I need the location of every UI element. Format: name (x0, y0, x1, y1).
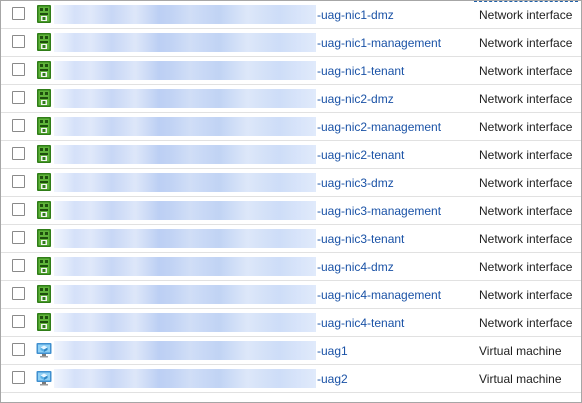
network-interface-icon (36, 201, 52, 219)
redacted-name-prefix (54, 341, 316, 360)
network-interface-icon (36, 313, 52, 331)
resource-type: Network interface (479, 316, 573, 330)
redacted-name-prefix (54, 369, 316, 388)
table-row[interactable]: -uag-nic1-management Network interface (1, 29, 581, 57)
row-checkbox[interactable] (12, 63, 25, 76)
redacted-name-prefix (54, 145, 316, 164)
resource-type: Network interface (479, 204, 573, 218)
table-row[interactable]: -uag-nic2-dmz Network interface (1, 85, 581, 113)
row-checkbox[interactable] (12, 119, 25, 132)
network-interface-icon (36, 61, 52, 79)
resource-name-link[interactable]: -uag-nic3-tenant (317, 232, 404, 246)
table-row[interactable]: -uag-nic3-management Network interface (1, 197, 581, 225)
resource-name-link[interactable]: -uag-nic1-management (317, 36, 441, 50)
row-checkbox[interactable] (12, 203, 25, 216)
resource-name-link[interactable]: -uag-nic4-management (317, 288, 441, 302)
network-interface-icon (36, 257, 52, 275)
resource-type: Network interface (479, 288, 573, 302)
resource-name-link[interactable]: -uag-nic3-dmz (317, 176, 394, 190)
table-row[interactable]: -uag2 Virtual machine (1, 365, 581, 393)
redacted-name-prefix (54, 173, 316, 192)
row-checkbox[interactable] (12, 343, 25, 356)
resource-name-link[interactable]: -uag-nic2-tenant (317, 148, 404, 162)
network-interface-icon (36, 229, 52, 247)
row-checkbox[interactable] (12, 315, 25, 328)
resource-name-link[interactable]: -uag-nic4-tenant (317, 316, 404, 330)
table-row[interactable]: -uag-nic2-tenant Network interface (1, 141, 581, 169)
resource-name-link[interactable]: -uag-nic3-management (317, 204, 441, 218)
network-interface-icon (36, 5, 52, 23)
resource-type: Network interface (479, 36, 573, 50)
virtual-machine-icon (36, 341, 52, 359)
resource-list: -uag-nic1-dmz Network interface -uag-nic1… (0, 0, 582, 403)
resource-type: Network interface (479, 120, 573, 134)
redacted-name-prefix (54, 33, 316, 52)
row-checkbox[interactable] (12, 175, 25, 188)
redacted-name-prefix (54, 201, 316, 220)
table-row[interactable]: -uag-nic4-management Network interface (1, 281, 581, 309)
table-row[interactable]: -uag-nic3-tenant Network interface (1, 225, 581, 253)
table-row[interactable]: -uag-nic1-tenant Network interface (1, 57, 581, 85)
table-row[interactable]: -uag-nic4-dmz Network interface (1, 253, 581, 281)
resource-type: Network interface (479, 260, 573, 274)
resource-name-link[interactable]: -uag-nic2-dmz (317, 92, 394, 106)
table-row[interactable]: -uag-nic1-dmz Network interface (1, 1, 581, 29)
row-checkbox[interactable] (12, 35, 25, 48)
table-row[interactable]: -uag-nic2-management Network interface (1, 113, 581, 141)
virtual-machine-icon (36, 369, 52, 387)
resource-name-link[interactable]: -uag-nic1-dmz (317, 8, 394, 22)
network-interface-icon (36, 33, 52, 51)
table-row[interactable]: -uag-nic4-tenant Network interface (1, 309, 581, 337)
redacted-name-prefix (54, 61, 316, 80)
row-checkbox[interactable] (12, 147, 25, 160)
resource-type: Virtual machine (479, 372, 562, 386)
resource-type: Network interface (479, 148, 573, 162)
network-interface-icon (36, 173, 52, 191)
redacted-name-prefix (54, 257, 316, 276)
network-interface-icon (36, 145, 52, 163)
resource-type: Network interface (479, 64, 573, 78)
resource-name-link[interactable]: -uag1 (317, 344, 348, 358)
redacted-name-prefix (54, 285, 316, 304)
network-interface-icon (36, 285, 52, 303)
resource-type: Network interface (479, 176, 573, 190)
resource-type: Virtual machine (479, 344, 562, 358)
row-checkbox[interactable] (12, 91, 25, 104)
network-interface-icon (36, 89, 52, 107)
resource-name-link[interactable]: -uag-nic1-tenant (317, 64, 404, 78)
redacted-name-prefix (54, 89, 316, 108)
redacted-name-prefix (54, 229, 316, 248)
row-checkbox[interactable] (12, 7, 25, 20)
resource-type: Network interface (479, 232, 573, 246)
resource-name-link[interactable]: -uag-nic2-management (317, 120, 441, 134)
resource-type: Network interface (479, 92, 573, 106)
network-interface-icon (36, 117, 52, 135)
row-checkbox[interactable] (12, 259, 25, 272)
row-checkbox[interactable] (12, 371, 25, 384)
resource-name-link[interactable]: -uag2 (317, 372, 348, 386)
redacted-name-prefix (54, 5, 316, 24)
resource-type: Network interface (479, 8, 573, 22)
redacted-name-prefix (54, 117, 316, 136)
row-checkbox[interactable] (12, 231, 25, 244)
row-checkbox[interactable] (12, 287, 25, 300)
redacted-name-prefix (54, 313, 316, 332)
table-row[interactable]: -uag-nic3-dmz Network interface (1, 169, 581, 197)
table-row[interactable]: -uag1 Virtual machine (1, 337, 581, 365)
resource-name-link[interactable]: -uag-nic4-dmz (317, 260, 394, 274)
